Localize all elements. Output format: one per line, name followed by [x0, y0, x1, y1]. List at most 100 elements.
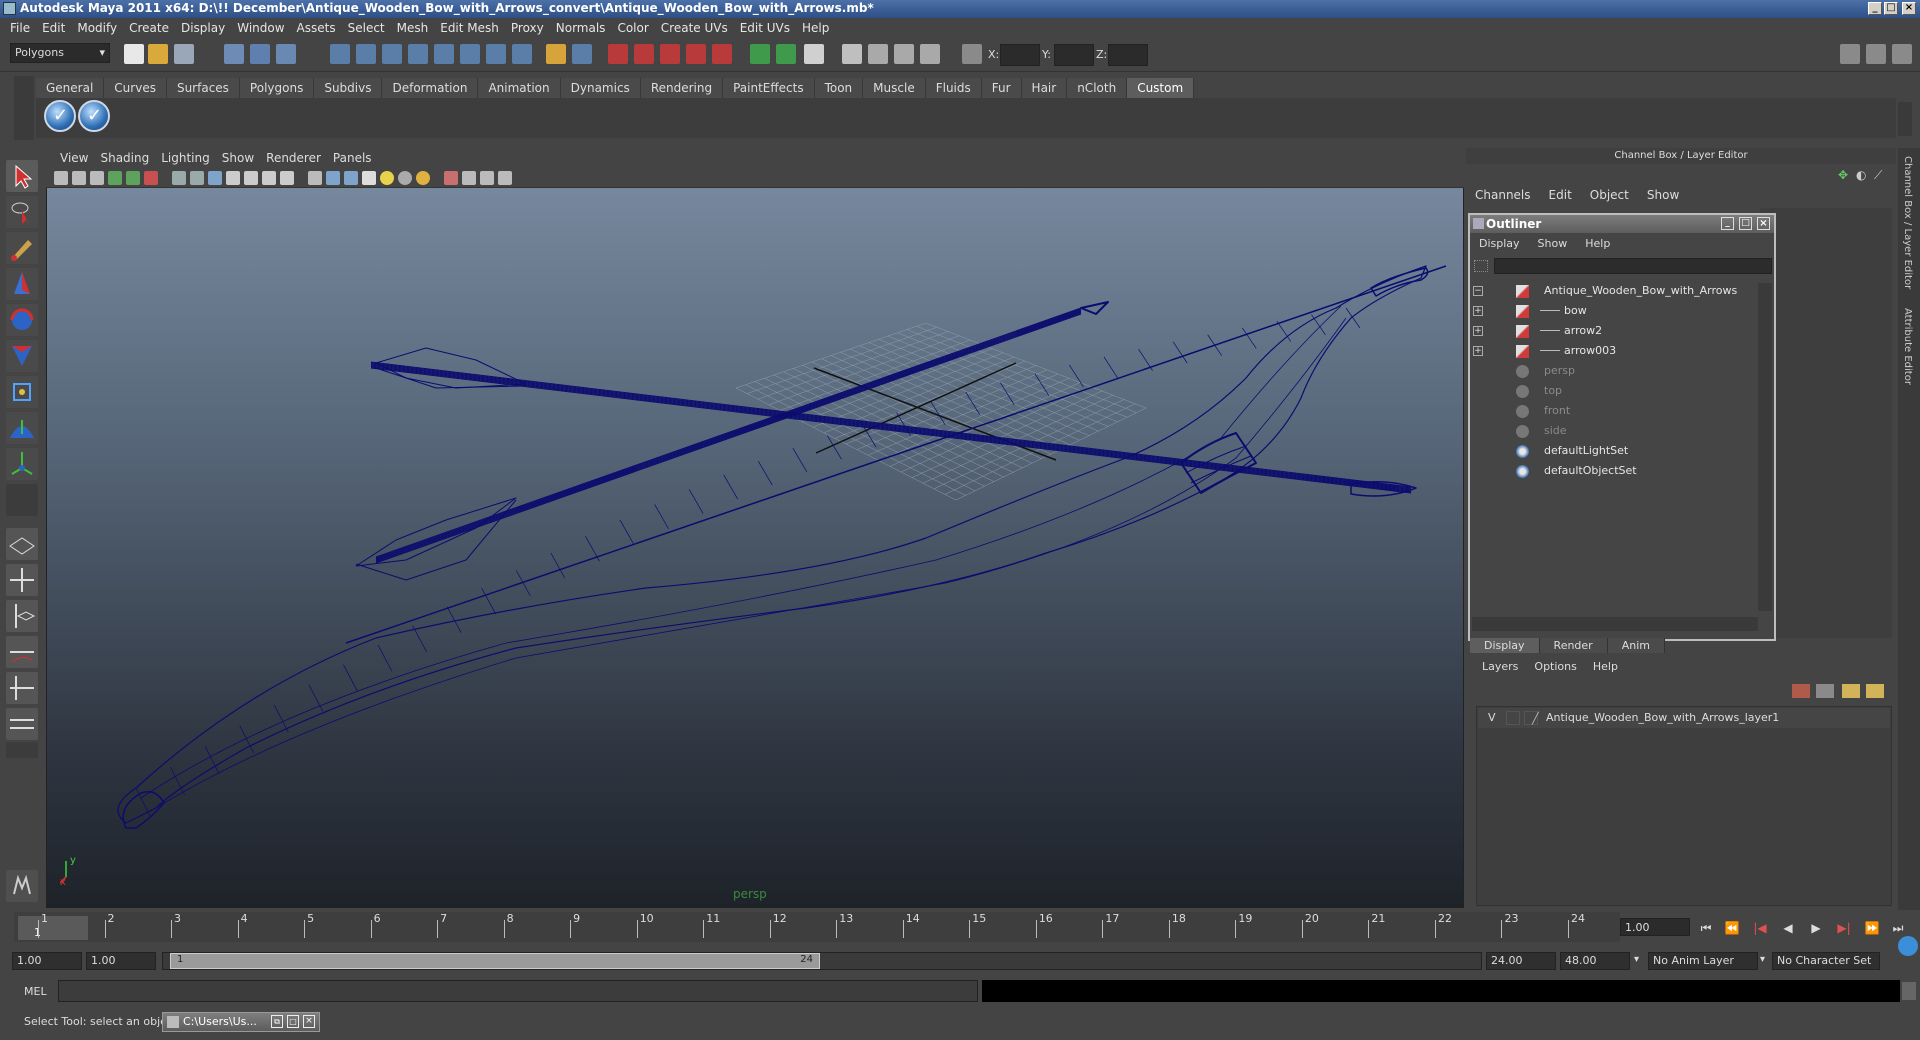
- channel-box-menu-object[interactable]: Object: [1581, 188, 1638, 202]
- history-icon[interactable]: [460, 44, 480, 64]
- outliner-item[interactable]: defaultObjectSet: [1470, 461, 1756, 481]
- show-hide-channel-box-icon[interactable]: [1892, 44, 1912, 64]
- menu-normals[interactable]: Normals: [550, 21, 612, 35]
- playback-end-field[interactable]: 24.00: [1486, 952, 1556, 970]
- channel-box-menu-channels[interactable]: Channels: [1466, 188, 1540, 202]
- render-current-icon[interactable]: [608, 44, 628, 64]
- smooth-shade-icon[interactable]: [326, 171, 340, 185]
- outliner-filter-icon[interactable]: [1474, 260, 1488, 272]
- layer-tab-anim[interactable]: Anim: [1607, 638, 1665, 653]
- layer-menu-layers[interactable]: Layers: [1474, 660, 1526, 673]
- bookmark-icon[interactable]: [90, 171, 104, 185]
- transform-mode-icon[interactable]: [962, 44, 982, 64]
- layer-menu-options[interactable]: Options: [1526, 660, 1584, 673]
- menu-proxy[interactable]: Proxy: [505, 21, 550, 35]
- textured-icon[interactable]: [362, 171, 376, 185]
- input-ops-icon[interactable]: [486, 44, 506, 64]
- maximize-button[interactable]: □: [287, 1015, 299, 1028]
- wireframe-icon[interactable]: [308, 171, 322, 185]
- panel-menu-lighting[interactable]: Lighting: [155, 151, 216, 165]
- layer-tab-display[interactable]: Display: [1470, 638, 1540, 653]
- restore-button[interactable]: ⧉: [271, 1015, 283, 1028]
- new-empty-layer-icon[interactable]: [1842, 684, 1860, 698]
- ipr-render-icon[interactable]: [634, 44, 654, 64]
- universal-manipulator-icon[interactable]: [6, 376, 38, 408]
- expand-toggle-icon[interactable]: −: [1473, 286, 1483, 296]
- outliner-item[interactable]: + bow: [1470, 301, 1756, 321]
- animation-start-field[interactable]: 1.00: [12, 952, 82, 970]
- tab-painteffects[interactable]: PaintEffects: [723, 78, 815, 98]
- outliner-item[interactable]: persp: [1470, 361, 1756, 381]
- menu-help[interactable]: Help: [796, 21, 835, 35]
- render-view-icon[interactable]: [712, 44, 732, 64]
- safe-action-icon[interactable]: [262, 171, 276, 185]
- display-icon-2[interactable]: [776, 44, 796, 64]
- tab-polygons[interactable]: Polygons: [239, 78, 315, 98]
- tab-animation[interactable]: Animation: [478, 78, 561, 98]
- new-layer-selected-icon[interactable]: [1866, 684, 1884, 698]
- layout-four-view-icon[interactable]: [6, 564, 38, 596]
- lock-icon[interactable]: [546, 44, 566, 64]
- panel-menu-view[interactable]: View: [54, 151, 94, 165]
- last-tool-used-icon[interactable]: [6, 484, 38, 516]
- outliner-item[interactable]: top: [1470, 381, 1756, 401]
- step-forward-button[interactable]: ⏩: [1864, 920, 1880, 936]
- save-scene-icon[interactable]: [174, 44, 194, 64]
- camera-attributes-icon[interactable]: [72, 171, 86, 185]
- z-field[interactable]: [1108, 44, 1148, 66]
- layer-icon[interactable]: [920, 44, 940, 64]
- outliner-close-button[interactable]: ×: [1757, 217, 1770, 230]
- panel-menu-shading[interactable]: Shading: [94, 151, 155, 165]
- time-slider-playhead-box[interactable]: [18, 916, 88, 940]
- shelf-check-button-2[interactable]: ✓: [78, 100, 110, 132]
- move-down-layer-icon[interactable]: [1816, 684, 1834, 698]
- snap-curve-icon[interactable]: [356, 44, 376, 64]
- hud-icon[interactable]: [498, 171, 512, 185]
- shelf-scroll-arrows[interactable]: [1898, 102, 1912, 136]
- tab-general[interactable]: General: [36, 78, 105, 98]
- tab-subdivs[interactable]: Subdivs: [314, 78, 383, 98]
- play-backwards-button[interactable]: ◀: [1780, 920, 1796, 936]
- anim-layer-dropdown[interactable]: No Anim Layer: [1648, 952, 1758, 970]
- tab-deformation[interactable]: Deformation: [382, 78, 479, 98]
- wireframe-on-shaded-icon[interactable]: [344, 171, 358, 185]
- channel-icon[interactable]: [894, 44, 914, 64]
- expand-toggle-icon[interactable]: +: [1473, 306, 1483, 316]
- tab-fur[interactable]: Fur: [981, 78, 1022, 98]
- tab-toon[interactable]: Toon: [814, 78, 864, 98]
- outliner-vertical-scrollbar[interactable]: [1758, 283, 1772, 611]
- close-button[interactable]: ×: [1902, 2, 1916, 15]
- attribute-editor-side-tab[interactable]: Attribute Editor: [1902, 308, 1913, 385]
- snap-grid-icon[interactable]: [330, 44, 350, 64]
- current-frame-field[interactable]: 1.00: [1620, 918, 1690, 936]
- layout-persp-graph-icon[interactable]: [6, 636, 38, 668]
- outliner-item[interactable]: + arrow2: [1470, 321, 1756, 341]
- menu-modify[interactable]: Modify: [71, 21, 123, 35]
- outliner-item[interactable]: + arrow003: [1470, 341, 1756, 361]
- render-settings-icon[interactable]: [660, 44, 680, 64]
- outliner-menu-display[interactable]: Display: [1470, 237, 1529, 250]
- menu-assets[interactable]: Assets: [291, 21, 342, 35]
- menu-window[interactable]: Window: [231, 21, 290, 35]
- safe-title-icon[interactable]: [280, 171, 294, 185]
- range-slider-thumb[interactable]: 1 24: [170, 953, 820, 969]
- menu-edit-uvs[interactable]: Edit UVs: [734, 21, 796, 35]
- outliner-minimize-button[interactable]: _: [1721, 217, 1734, 230]
- menu-display[interactable]: Display: [175, 21, 231, 35]
- outliner-item[interactable]: defaultLightSet: [1470, 441, 1756, 461]
- tab-ncloth[interactable]: nCloth: [1067, 78, 1128, 98]
- image-plane-icon[interactable]: [108, 171, 122, 185]
- tab-curves[interactable]: Curves: [104, 78, 167, 98]
- expand-toggle-icon[interactable]: +: [1473, 346, 1483, 356]
- shelf-check-button-1[interactable]: ✓: [44, 100, 76, 132]
- tab-rendering[interactable]: Rendering: [640, 78, 724, 98]
- minimized-window-item[interactable]: C:\Users\Us... ⧉ □ ×: [162, 1012, 320, 1032]
- command-input[interactable]: [58, 980, 978, 1002]
- expand-toggle-icon[interactable]: +: [1473, 326, 1483, 336]
- layer-template-toggle[interactable]: [1506, 711, 1520, 725]
- outliner-menu-help[interactable]: Help: [1576, 237, 1619, 250]
- select-object-icon[interactable]: [250, 44, 270, 64]
- select-hierarchy-icon[interactable]: [224, 44, 244, 64]
- play-forwards-button[interactable]: ▶: [1808, 920, 1824, 936]
- go-to-start-button[interactable]: ⏮: [1698, 920, 1714, 936]
